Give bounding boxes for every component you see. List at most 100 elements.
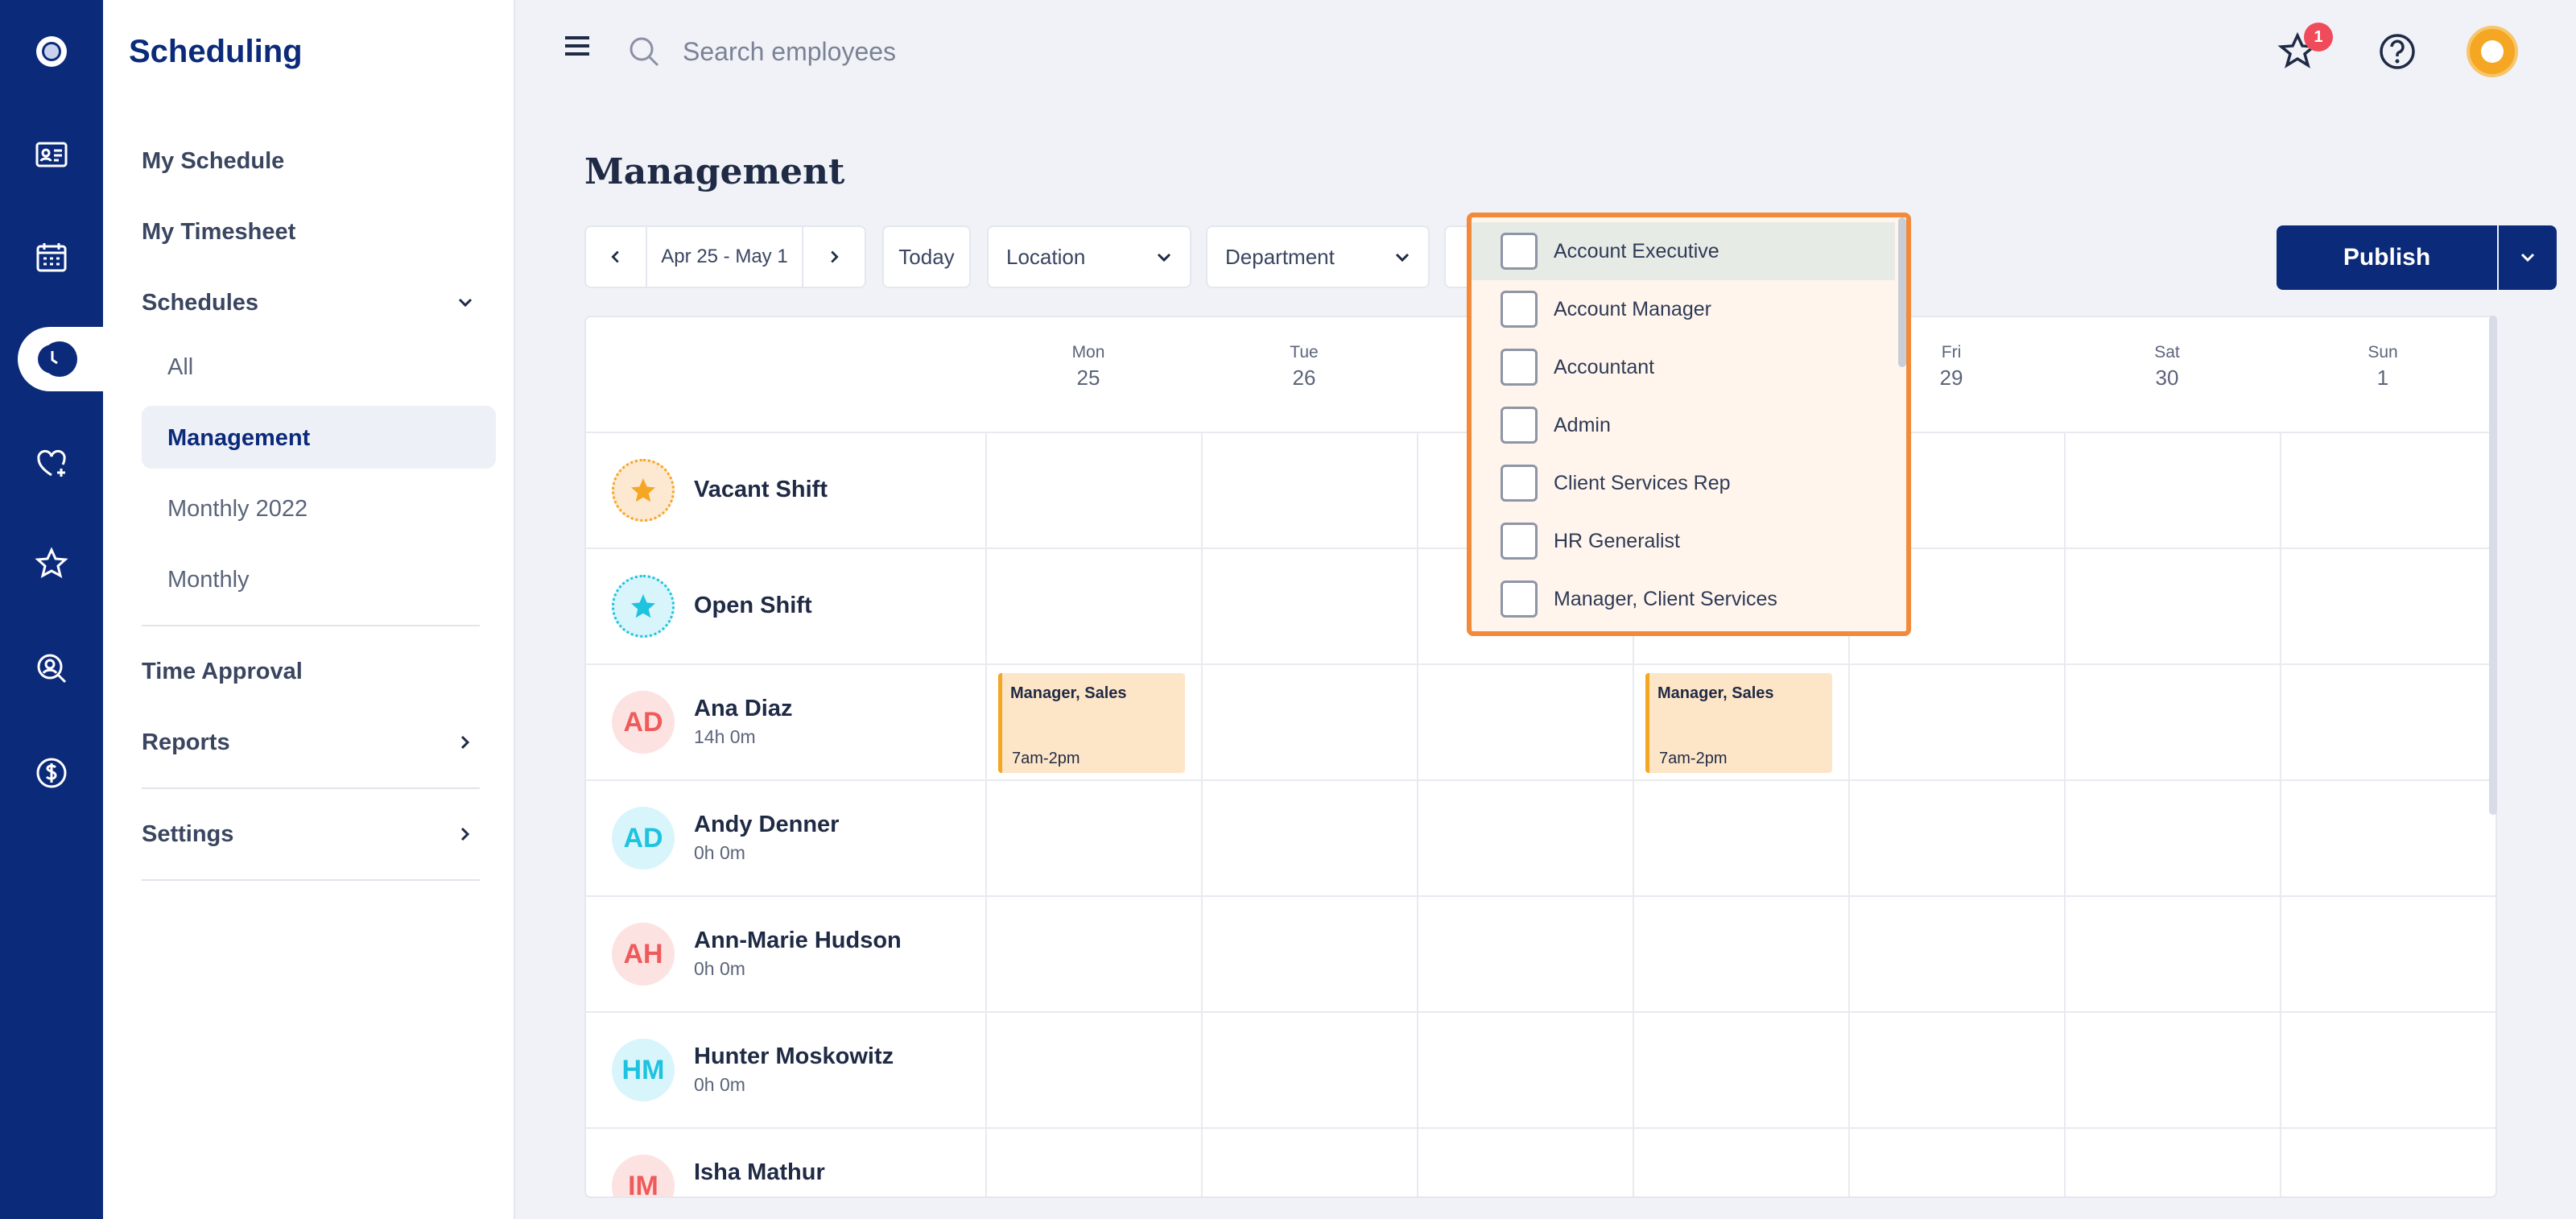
star-icon xyxy=(631,478,655,502)
col-divider xyxy=(1417,432,1418,1196)
shift-card[interactable]: Manager, Sales 7am-2pm xyxy=(998,673,1185,773)
divider xyxy=(142,879,480,881)
sidebar-item-reports[interactable]: Reports xyxy=(142,729,230,756)
publish-options-button[interactable] xyxy=(2499,225,2557,290)
dropdown-option-account-manager[interactable]: Account Manager xyxy=(1472,280,1895,338)
department-select[interactable]: Department xyxy=(1206,225,1430,288)
col-divider xyxy=(985,432,987,1196)
date-range[interactable]: Apr 25 - May 1 xyxy=(646,225,803,288)
star-icon[interactable] xyxy=(0,531,103,596)
employee-hours: 0h 0m xyxy=(694,958,745,979)
publish-button[interactable]: Publish xyxy=(2277,225,2497,290)
clock-icon[interactable] xyxy=(18,327,103,391)
today-button[interactable]: Today xyxy=(882,225,971,288)
dropdown-option-label: Account Manager xyxy=(1554,297,1711,320)
search-icon xyxy=(630,37,659,67)
department-select-label: Department xyxy=(1225,244,1335,269)
dropdown-option-label: Account Executive xyxy=(1554,239,1719,262)
icon-rail xyxy=(0,0,103,1219)
checkbox[interactable] xyxy=(1501,291,1538,328)
employee-name[interactable]: Ann-Marie Hudson xyxy=(694,928,902,954)
row-divider xyxy=(586,779,2496,781)
employee-name[interactable]: Open Shift xyxy=(694,593,812,619)
logo-icon[interactable] xyxy=(0,19,103,84)
shift-role: Manager, Sales xyxy=(1657,684,1774,702)
checkbox[interactable] xyxy=(1501,407,1538,444)
sidebar-item-monthly[interactable]: Monthly xyxy=(167,567,250,593)
search-user-icon[interactable] xyxy=(0,636,103,700)
prev-week-button[interactable] xyxy=(584,225,647,288)
chevron-right-icon[interactable] xyxy=(456,733,475,752)
employee-name[interactable]: Vacant Shift xyxy=(694,477,828,503)
row-divider xyxy=(586,1127,2496,1129)
dropdown-option-label: Client Services Rep xyxy=(1554,471,1731,494)
user-avatar[interactable] xyxy=(2467,26,2518,77)
chevron-right-icon[interactable] xyxy=(456,824,475,844)
row-divider xyxy=(586,895,2496,897)
sidebar-item-settings[interactable]: Settings xyxy=(142,821,233,848)
next-week-button[interactable] xyxy=(802,225,866,288)
avatar: AH xyxy=(612,923,675,986)
dropdown-option-admin[interactable]: Admin xyxy=(1472,396,1895,454)
divider xyxy=(142,787,480,789)
shift-time: 7am-2pm xyxy=(1659,750,1728,767)
dropdown-option-accountant[interactable]: Accountant xyxy=(1472,338,1895,396)
employee-name[interactable]: Andy Denner xyxy=(694,812,839,838)
grid-scrollbar[interactable] xyxy=(2489,316,2497,815)
checkbox[interactable] xyxy=(1501,523,1538,560)
sidebar-title: Scheduling xyxy=(129,34,303,69)
notification-badge: 1 xyxy=(2304,23,2333,52)
dropdown-option-client-services-rep[interactable]: Client Services Rep xyxy=(1472,454,1895,512)
day-header-tue: Tue 26 xyxy=(1290,343,1319,390)
avatar: IM xyxy=(612,1155,675,1196)
hamburger-menu-icon[interactable] xyxy=(564,35,591,56)
location-select[interactable]: Location xyxy=(987,225,1191,288)
top-bar xyxy=(517,0,2576,105)
sidebar-item-my-timesheet[interactable]: My Timesheet xyxy=(142,219,295,246)
location-select-label: Location xyxy=(1006,244,1086,269)
col-divider xyxy=(2064,432,2066,1196)
open-shift-avatar xyxy=(612,575,675,638)
sidebar-item-monthly-2022[interactable]: Monthly 2022 xyxy=(167,496,308,523)
sidebar-item-all[interactable]: All xyxy=(167,354,193,381)
dropdown-option-label: Admin xyxy=(1554,413,1611,436)
checkbox[interactable] xyxy=(1501,465,1538,502)
employee-name[interactable]: Hunter Moskowitz xyxy=(694,1043,894,1070)
dropdown-option-manager-client-services[interactable]: Manager, Client Services xyxy=(1472,570,1895,628)
chevron-down-icon xyxy=(2520,253,2535,262)
calendar-icon[interactable] xyxy=(0,225,103,290)
dropdown-option-label: HR Generalist xyxy=(1554,529,1680,552)
page-title: Management xyxy=(584,151,845,192)
checkbox[interactable] xyxy=(1501,349,1538,386)
checkbox[interactable] xyxy=(1501,233,1538,270)
heart-plus-icon[interactable] xyxy=(0,432,103,496)
dropdown-option-label: Manager, Client Services xyxy=(1554,587,1777,610)
shift-role: Manager, Sales xyxy=(1010,684,1127,702)
dropdown-option-hr-generalist[interactable]: HR Generalist xyxy=(1472,512,1895,570)
avatar: AD xyxy=(612,691,675,754)
employee-name[interactable]: Ana Diaz xyxy=(694,696,792,722)
chevron-down-icon xyxy=(1157,253,1171,262)
sidebar-item-management[interactable]: Management xyxy=(167,425,310,452)
chevron-down-icon[interactable] xyxy=(456,293,475,312)
employee-hours: 0h 0m xyxy=(694,1074,745,1095)
avatar: HM xyxy=(612,1039,675,1101)
avatar: AD xyxy=(612,807,675,870)
help-icon[interactable] xyxy=(2375,29,2420,74)
sidebar-item-time-approval[interactable]: Time Approval xyxy=(142,659,303,685)
sidebar-item-schedules[interactable]: Schedules xyxy=(142,290,258,316)
dollar-icon[interactable] xyxy=(0,741,103,805)
vacant-shift-avatar xyxy=(612,459,675,522)
employee-name[interactable]: Isha Mathur xyxy=(694,1159,825,1186)
chevron-right-icon xyxy=(831,250,839,263)
dropdown-option-account-executive[interactable]: Account Executive xyxy=(1472,222,1895,280)
day-header-sun: Sun 1 xyxy=(2368,343,2398,390)
search-input[interactable] xyxy=(683,29,1166,74)
checkbox[interactable] xyxy=(1501,581,1538,618)
id-card-icon[interactable] xyxy=(0,122,103,187)
dropdown-option-label: Accountant xyxy=(1554,355,1655,378)
shift-card[interactable]: Manager, Sales 7am-2pm xyxy=(1645,673,1832,773)
row-divider xyxy=(586,663,2496,665)
sidebar-item-my-schedule[interactable]: My Schedule xyxy=(142,148,284,175)
dropdown-scrollbar[interactable] xyxy=(1898,217,1906,367)
